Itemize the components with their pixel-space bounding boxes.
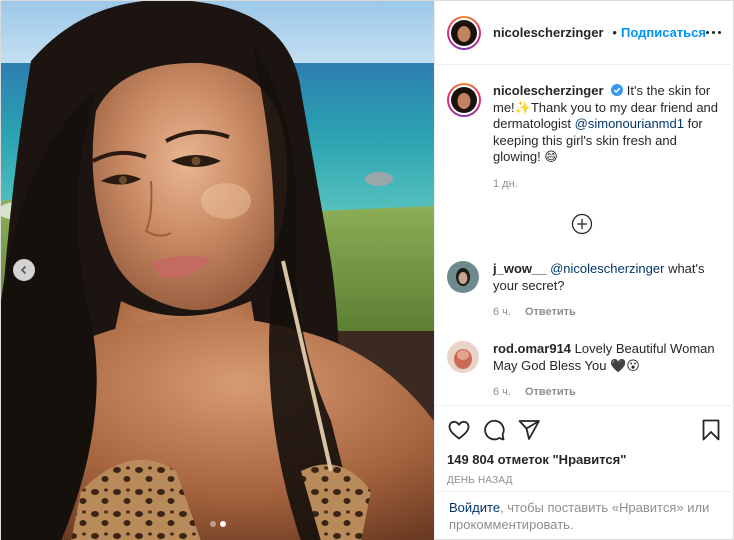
comment-item: j_wow__ @nicolescherzinger what's your s…	[447, 261, 723, 321]
carousel-dot-active	[219, 521, 226, 527]
avatar-image	[451, 87, 477, 113]
avatar[interactable]	[447, 15, 481, 50]
post-photo[interactable]	[1, 1, 434, 540]
caption-timestamp[interactable]: 1 дн.	[493, 176, 719, 193]
caption: nicolescherzinger It's the skin for me!✨…	[447, 83, 721, 192]
comment-mention-link[interactable]: @nicolescherzinger	[550, 261, 664, 276]
reply-button[interactable]: Ответить	[525, 386, 576, 398]
action-icons	[447, 408, 723, 452]
comment-timestamp[interactable]: 6 ч.	[493, 306, 511, 318]
likes-count[interactable]: 149 804 отметок "Нравится"	[447, 452, 723, 467]
post-header: nicolescherzinger • Подписаться	[435, 1, 734, 65]
caption-body: nicolescherzinger It's the skin for me!✨…	[493, 83, 719, 192]
caption-username[interactable]: nicolescherzinger	[493, 83, 604, 98]
bookmark-icon[interactable]	[699, 418, 723, 442]
comment-body: rod.omar914 Lovely Beautiful Woman May G…	[493, 341, 715, 401]
verified-badge-icon	[607, 32, 609, 33]
login-prompt: Войдите, чтобы поставить «Нравится» или …	[435, 491, 734, 540]
comment-icon[interactable]	[482, 418, 506, 442]
comment-item: rod.omar914 Lovely Beautiful Woman May G…	[447, 341, 723, 401]
heart-icon[interactable]	[447, 418, 471, 442]
post-actions: 149 804 отметок "Нравится" День назад	[435, 405, 734, 491]
comment-timestamp[interactable]: 6 ч.	[493, 386, 511, 398]
comment-meta: 6 ч. Ответить	[493, 384, 715, 401]
chevron-left-icon	[20, 265, 27, 275]
author-username[interactable]: nicolescherzinger	[493, 25, 604, 40]
caption-avatar[interactable]	[447, 83, 481, 117]
post-date[interactable]: День назад	[447, 475, 723, 486]
comments-list[interactable]: nicolescherzinger It's the skin for me!✨…	[435, 65, 734, 405]
commenter-avatar[interactable]	[447, 261, 479, 293]
share-icon[interactable]	[517, 418, 541, 442]
more-options-icon[interactable]	[706, 31, 721, 34]
carousel-indicator	[1, 521, 434, 527]
comment-username[interactable]: j_wow__	[493, 261, 546, 276]
follow-button[interactable]: Подписаться	[621, 25, 706, 40]
commenter-avatar[interactable]	[447, 341, 479, 373]
header-separator: •	[612, 25, 617, 40]
reply-button[interactable]: Ответить	[525, 306, 576, 318]
comment-body: j_wow__ @nicolescherzinger what's your s…	[493, 261, 715, 321]
carousel-dot	[209, 521, 216, 527]
verified-badge-icon	[611, 84, 624, 96]
selfie-image	[1, 1, 434, 540]
post-side-panel: nicolescherzinger • Подписаться nicolesc…	[434, 1, 734, 540]
instagram-post: nicolescherzinger • Подписаться nicolesc…	[0, 0, 734, 540]
plus-circle-icon[interactable]	[571, 213, 593, 235]
login-link[interactable]: Войдите	[449, 500, 500, 515]
carousel-previous-button[interactable]	[13, 259, 35, 281]
caption-mention-link[interactable]: @simonourianmd1	[575, 116, 684, 131]
comment-username[interactable]: rod.omar914	[493, 341, 571, 356]
avatar-image	[451, 19, 477, 46]
comment-meta: 6 ч. Ответить	[493, 304, 715, 321]
